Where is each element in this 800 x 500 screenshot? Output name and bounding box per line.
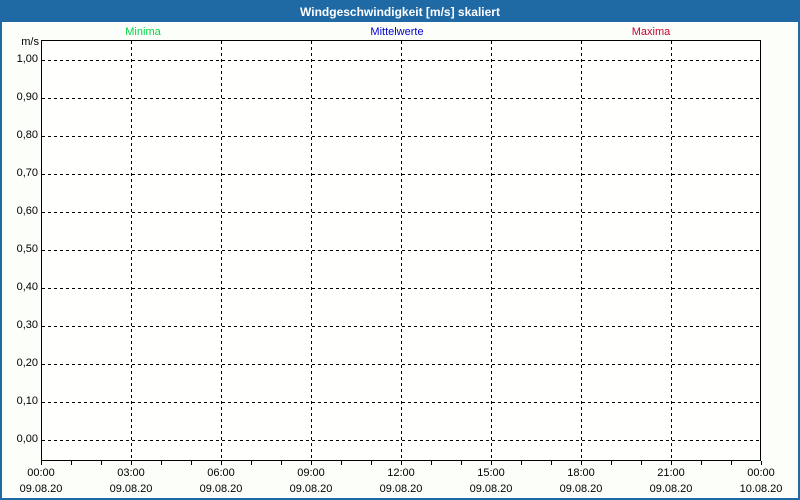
y-tick-label: 0,70: [16, 167, 38, 179]
x-axis-tick: [491, 461, 492, 465]
gridline-vertical: [581, 41, 582, 460]
x-axis-tick: [431, 461, 432, 465]
x-tick-time-label: 00:00: [27, 467, 55, 479]
y-tick-label: 0,50: [16, 243, 38, 255]
y-tick-label: 0,90: [16, 91, 38, 103]
gridline-vertical: [491, 41, 492, 460]
x-axis-tick: [161, 461, 162, 465]
x-axis-tick: [671, 461, 672, 465]
chart-title-bar: Windgeschwindigkeit [m/s] skaliert: [2, 2, 798, 22]
gridline-vertical: [131, 41, 132, 460]
x-tick-time-label: 00:00: [747, 467, 775, 479]
x-axis-tick: [281, 461, 282, 465]
x-tick-date-label: 09.08.20: [199, 483, 243, 495]
x-axis-tick: [551, 461, 552, 465]
x-axis-tick: [311, 461, 312, 465]
plot-area: [41, 40, 761, 461]
x-tick-time-label: 09:00: [297, 467, 325, 479]
x-tick-date-label: 09.08.20: [289, 483, 333, 495]
x-axis-tick: [581, 461, 582, 465]
x-tick-date-label: 09.08.20: [559, 483, 603, 495]
y-tick-label: 0,60: [16, 205, 38, 217]
x-axis-tick: [101, 461, 102, 465]
x-tick-date-label: 09.08.20: [469, 483, 513, 495]
x-tick-date-label: 09.08.20: [19, 483, 63, 495]
x-axis-tick: [221, 461, 222, 465]
x-axis-tick: [461, 461, 462, 465]
gridline-vertical: [671, 41, 672, 460]
x-axis-tick: [401, 461, 402, 465]
y-axis-unit-label: m/s: [21, 36, 39, 48]
y-tick-label: 1,00: [16, 53, 38, 65]
gridline-vertical: [401, 41, 402, 460]
x-tick-date-label: 10.08.20: [739, 483, 783, 495]
chart-window: Windgeschwindigkeit [m/s] skaliert Minim…: [0, 0, 800, 500]
x-axis-tick: [701, 461, 702, 465]
x-axis-tick: [761, 461, 762, 465]
legend-maxima: Maxima: [631, 26, 671, 38]
gridline-vertical: [311, 41, 312, 460]
x-tick-time-label: 15:00: [477, 467, 505, 479]
x-tick-time-label: 21:00: [657, 467, 685, 479]
x-axis-tick: [341, 461, 342, 465]
y-tick-label: 0,80: [16, 129, 38, 141]
x-tick-date-label: 09.08.20: [379, 483, 423, 495]
gridline-vertical: [221, 41, 222, 460]
x-tick-date-label: 09.08.20: [109, 483, 153, 495]
x-axis-tick: [71, 461, 72, 465]
legend-minima: Minima: [125, 26, 161, 38]
y-tick-label: 0,10: [16, 395, 38, 407]
y-tick-label: 0,00: [16, 433, 38, 445]
x-axis-tick: [191, 461, 192, 465]
x-axis-tick: [251, 461, 252, 465]
x-tick-date-label: 09.08.20: [649, 483, 693, 495]
x-tick-time-label: 06:00: [207, 467, 235, 479]
x-axis-tick: [521, 461, 522, 465]
x-axis-tick: [641, 461, 642, 465]
x-axis-tick: [731, 461, 732, 465]
y-tick-label: 0,20: [16, 357, 38, 369]
x-tick-time-label: 12:00: [387, 467, 415, 479]
x-tick-time-label: 03:00: [117, 467, 145, 479]
chart-title: Windgeschwindigkeit [m/s] skaliert: [300, 5, 500, 19]
x-axis-tick: [131, 461, 132, 465]
x-axis-tick: [41, 461, 42, 465]
y-tick-label: 0,40: [16, 281, 38, 293]
x-axis-tick: [371, 461, 372, 465]
x-axis-tick: [611, 461, 612, 465]
y-tick-label: 0,30: [16, 319, 38, 331]
legend-mittelwerte: Mittelwerte: [370, 26, 424, 38]
x-tick-time-label: 18:00: [567, 467, 595, 479]
